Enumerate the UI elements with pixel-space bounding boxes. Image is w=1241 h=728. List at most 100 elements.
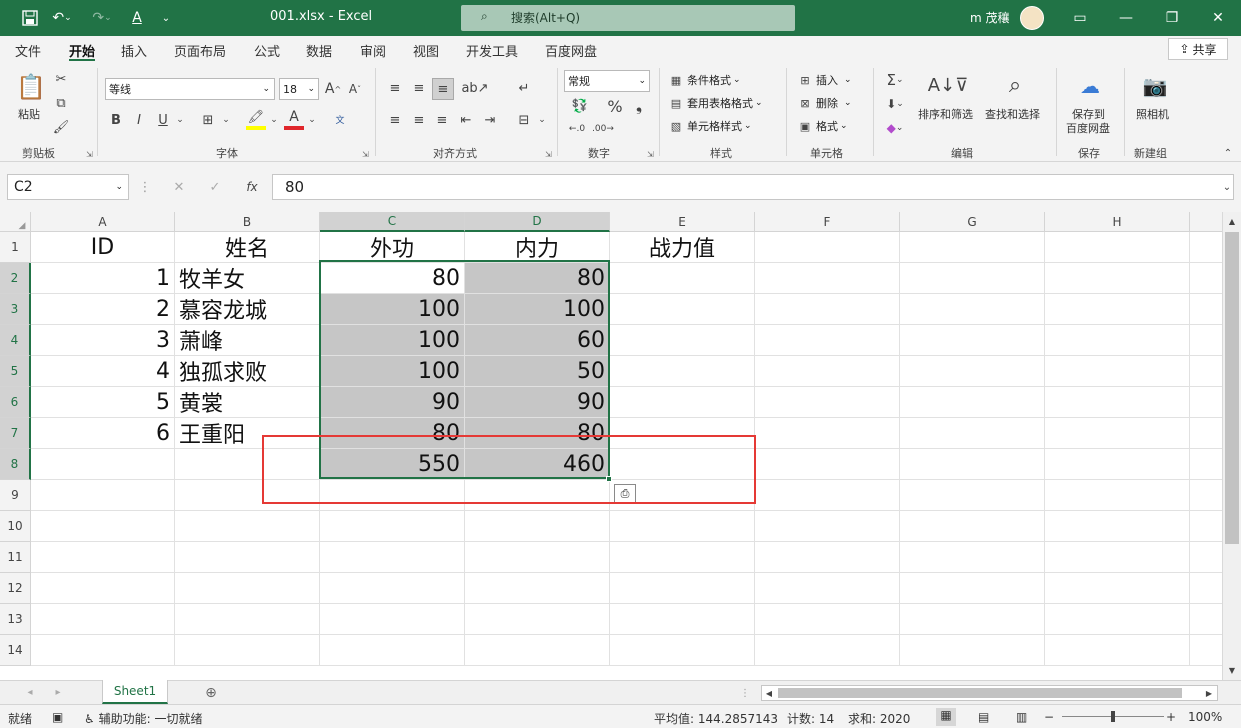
chevron-down-icon[interactable]: ⌄ xyxy=(174,110,186,130)
shrink-font-icon[interactable]: Aˇ xyxy=(346,79,364,99)
cell-f11[interactable] xyxy=(755,542,900,573)
cell-c5[interactable]: 100 xyxy=(320,356,465,387)
row-header-13[interactable]: 13 xyxy=(0,604,31,635)
row-header-9[interactable]: 9 xyxy=(0,480,31,511)
name-box[interactable]: C2 ⌄ xyxy=(7,174,129,200)
cell-f1[interactable] xyxy=(755,232,900,263)
cell-e14[interactable] xyxy=(610,635,755,666)
column-header-b[interactable]: B xyxy=(175,212,320,232)
zoom-level[interactable]: 100% xyxy=(1188,710,1222,724)
cell-h7[interactable] xyxy=(1045,418,1190,449)
tab-baidu-netdisk[interactable]: 百度网盘 xyxy=(545,41,597,60)
horizontal-scrollbar[interactable]: ◀ ▶ xyxy=(761,685,1218,701)
row-header-5[interactable]: 5 xyxy=(0,356,31,387)
paste-icon[interactable]: 📋 xyxy=(14,72,48,102)
page-break-view-icon[interactable]: ▥ xyxy=(1016,710,1027,724)
cell-b7[interactable]: 王重阳 xyxy=(175,418,320,449)
cell-b11[interactable] xyxy=(175,542,320,573)
cell-d8[interactable]: 460 xyxy=(465,449,610,480)
cell-f13[interactable] xyxy=(755,604,900,635)
tab-data[interactable]: 数据 xyxy=(306,41,332,60)
cell-i14[interactable] xyxy=(1190,635,1222,666)
cell-d14[interactable] xyxy=(465,635,610,666)
cell-c12[interactable] xyxy=(320,573,465,604)
decrease-decimal-icon[interactable]: .00→ xyxy=(592,120,614,138)
expand-formula-bar-icon[interactable]: ⌄ xyxy=(1220,180,1234,194)
copy-icon[interactable]: ⧉ xyxy=(52,94,70,112)
column-header-d[interactable]: D xyxy=(465,212,610,232)
underline-button[interactable]: U xyxy=(154,110,172,130)
cell-f12[interactable] xyxy=(755,573,900,604)
cell-h6[interactable] xyxy=(1045,387,1190,418)
font-size-select[interactable]: 18 ⌄ xyxy=(279,78,319,100)
cell-c4[interactable]: 100 xyxy=(320,325,465,356)
cell-d2[interactable]: 80 xyxy=(465,263,610,294)
comma-style-icon[interactable]: ❟ xyxy=(630,96,648,116)
chevron-down-icon[interactable]: ⌄ xyxy=(306,110,318,130)
column-header-h[interactable]: H xyxy=(1045,212,1190,232)
zoom-in-icon[interactable]: + xyxy=(1166,710,1176,724)
cell-a9[interactable] xyxy=(31,480,175,511)
cell-a10[interactable] xyxy=(31,511,175,542)
cell-b9[interactable] xyxy=(175,480,320,511)
maximize-icon[interactable]: ❐ xyxy=(1162,8,1182,28)
cell-i8[interactable] xyxy=(1190,449,1222,480)
row-header-11[interactable]: 11 xyxy=(0,542,31,573)
cell-a13[interactable] xyxy=(31,604,175,635)
tab-review[interactable]: 审阅 xyxy=(360,41,386,60)
cell-g8[interactable] xyxy=(900,449,1045,480)
cell-h1[interactable] xyxy=(1045,232,1190,263)
find-select-button[interactable]: 查找和选择 xyxy=(985,106,1040,122)
cell-g14[interactable] xyxy=(900,635,1045,666)
cell-h8[interactable] xyxy=(1045,449,1190,480)
borders-icon[interactable]: ⊞ xyxy=(198,110,218,130)
cell-d9[interactable] xyxy=(465,480,610,511)
row-header-6[interactable]: 6 xyxy=(0,387,31,418)
row-header-1[interactable]: 1 xyxy=(0,232,31,263)
column-header-a[interactable]: A xyxy=(31,212,175,232)
percent-icon[interactable]: % xyxy=(606,96,624,116)
row-header-14[interactable]: 14 xyxy=(0,635,31,666)
tab-file[interactable]: 文件 xyxy=(15,41,41,60)
cell-d7[interactable]: 80 xyxy=(465,418,610,449)
cell-i5[interactable] xyxy=(1190,356,1222,387)
cell-g1[interactable] xyxy=(900,232,1045,263)
alignment-launcher-icon[interactable]: ⇲ xyxy=(545,150,552,159)
cell-i12[interactable] xyxy=(1190,573,1222,604)
fill-handle[interactable] xyxy=(606,476,612,482)
split-handle-icon[interactable]: ⋮ xyxy=(740,686,750,700)
italic-button[interactable]: I xyxy=(132,110,146,130)
insert-function-icon[interactable]: fx xyxy=(242,178,262,196)
cell-h5[interactable] xyxy=(1045,356,1190,387)
sheet-tab-sheet1[interactable]: Sheet1 xyxy=(102,680,168,704)
baidu-netdisk-icon[interactable]: ☁ xyxy=(1075,72,1105,100)
cell-f8[interactable] xyxy=(755,449,900,480)
cell-a4[interactable]: 3 xyxy=(31,325,175,356)
cell-d4[interactable]: 60 xyxy=(465,325,610,356)
chevron-down-icon[interactable]: ⌄ xyxy=(268,110,280,130)
align-middle-icon[interactable]: ≡ xyxy=(409,78,429,98)
cell-a1[interactable]: ID xyxy=(31,232,175,263)
font-name-select[interactable]: 等线 ⌄ xyxy=(105,78,275,100)
cell-d1[interactable]: 内力 xyxy=(465,232,610,263)
merge-center-icon[interactable]: ⊟ xyxy=(513,110,535,130)
normal-view-icon[interactable]: ▦ xyxy=(936,708,956,726)
insert-cells-button[interactable]: ⊞ 插入 ⌄ xyxy=(797,72,851,88)
cell-g10[interactable] xyxy=(900,511,1045,542)
cell-c6[interactable]: 90 xyxy=(320,387,465,418)
customize-toolbar-icon[interactable]: ⌄ xyxy=(156,8,176,28)
cell-b10[interactable] xyxy=(175,511,320,542)
zoom-out-icon[interactable]: − xyxy=(1044,710,1054,724)
row-header-4[interactable]: 4 xyxy=(0,325,31,356)
row-header-7[interactable]: 7 xyxy=(0,418,31,449)
tab-insert[interactable]: 插入 xyxy=(121,41,147,60)
scroll-up-icon[interactable]: ▲ xyxy=(1226,215,1238,227)
clipboard-launcher-icon[interactable]: ⇲ xyxy=(86,150,93,159)
cell-a3[interactable]: 2 xyxy=(31,294,175,325)
save-icon[interactable] xyxy=(20,8,40,28)
cell-styles-button[interactable]: ▧ 单元格样式 ⌄ xyxy=(668,118,752,134)
prev-sheet-icon[interactable]: ◂ xyxy=(24,686,36,698)
next-sheet-icon[interactable]: ▸ xyxy=(52,686,64,698)
cell-i3[interactable] xyxy=(1190,294,1222,325)
tab-view[interactable]: 视图 xyxy=(413,41,439,60)
